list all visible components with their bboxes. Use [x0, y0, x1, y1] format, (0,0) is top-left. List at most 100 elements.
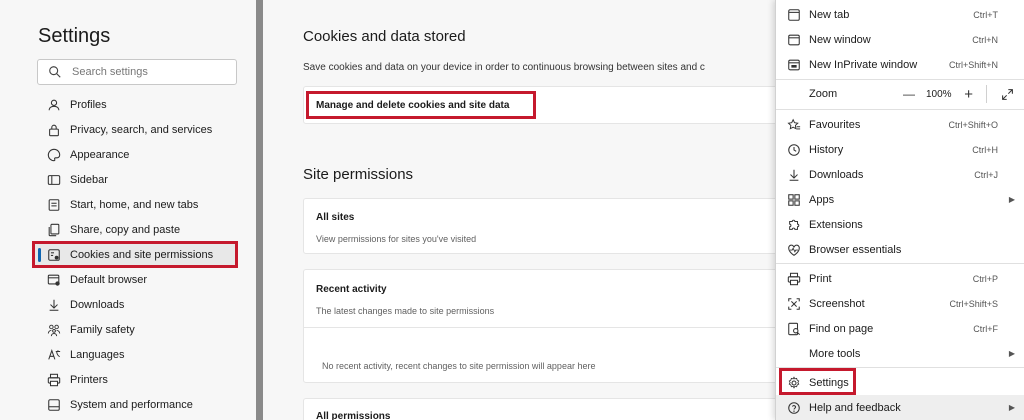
menu-shortcut: Ctrl+H	[972, 144, 998, 155]
nav-item-label: Appearance	[70, 148, 130, 161]
menu-screenshot[interactable]: Screenshot Ctrl+Shift+S	[776, 291, 1024, 316]
nav-item-printers[interactable]: Printers	[0, 367, 256, 392]
inprivate-icon	[786, 57, 802, 73]
chevron-right-icon: ▶	[1008, 349, 1015, 358]
nav-item-default-browser[interactable]: Default browser	[0, 267, 256, 292]
heart-pulse-icon	[786, 242, 802, 258]
nav-item-appearance[interactable]: Appearance	[0, 142, 256, 167]
help-icon	[786, 400, 802, 416]
menu-label: New InPrivate window	[809, 58, 918, 71]
chevron-right-icon: ▶	[1008, 403, 1015, 412]
menu-shortcut: Ctrl+P	[972, 273, 998, 284]
menu-help-feedback[interactable]: Help and feedback ▶	[776, 395, 1024, 420]
screenshot-icon	[786, 296, 802, 312]
menu-label: More tools	[809, 347, 861, 360]
printer-icon	[46, 372, 62, 388]
zoom-in-button[interactable]: +	[960, 85, 978, 103]
nav-item-label: Downloads	[70, 298, 125, 311]
menu-label: Help and feedback	[809, 401, 901, 414]
nav-item-label: Printers	[70, 373, 108, 386]
menu-browser-essentials[interactable]: Browser essentials	[776, 237, 1024, 262]
cookies-section-desc: Save cookies and data on your device in …	[303, 62, 705, 73]
panel-divider	[256, 0, 263, 420]
printer-icon	[786, 271, 802, 287]
menu-shortcut: Ctrl+Shift+N	[948, 59, 998, 70]
menu-downloads[interactable]: Downloads Ctrl+J	[776, 162, 1024, 187]
extensions-icon	[786, 217, 802, 233]
lock-icon	[46, 122, 62, 138]
menu-separator	[776, 79, 1024, 80]
recent-activity-empty: No recent activity, recent changes to si…	[322, 361, 596, 371]
menu-label: Screenshot	[809, 297, 865, 310]
all-sites-title: All sites	[316, 212, 355, 223]
profile-icon	[46, 97, 62, 113]
menu-separator	[776, 263, 1024, 264]
all-sites-card[interactable]: All sites View permissions for sites you…	[303, 198, 783, 254]
zoom-divider	[986, 85, 987, 103]
language-icon	[46, 347, 62, 363]
menu-extensions[interactable]: Extensions	[776, 212, 1024, 237]
nav-item-label: System and performance	[70, 398, 193, 411]
all-permissions-card[interactable]: All permissions	[303, 398, 783, 420]
menu-label: Browser essentials	[809, 243, 902, 256]
favourites-icon	[786, 117, 802, 133]
menu-history[interactable]: History Ctrl+H	[776, 137, 1024, 162]
zoom-value: 100%	[926, 88, 952, 100]
menu-label: Downloads	[809, 168, 864, 181]
settings-title: Settings	[38, 25, 111, 47]
nav-item-label: Share, copy and paste	[70, 223, 181, 236]
nav-item-label: Privacy, search, and services	[70, 123, 213, 136]
search-input[interactable]	[72, 66, 232, 78]
nav-item-languages[interactable]: Languages	[0, 342, 256, 367]
cookies-section-title: Cookies and data stored	[303, 28, 466, 45]
menu-separator	[776, 109, 1024, 110]
nav-item-label: Languages	[70, 348, 125, 361]
nav-item-family-safety[interactable]: Family safety	[0, 317, 256, 342]
nav-item-cookies[interactable]: Cookies and site permissions	[0, 241, 256, 268]
zoom-out-button[interactable]: —	[900, 85, 918, 103]
menu-label: Extensions	[809, 218, 863, 231]
menu-shortcut: Ctrl+T	[973, 9, 998, 20]
apps-icon	[786, 192, 802, 208]
nav-item-label: Default browser	[70, 273, 148, 286]
highlight-box	[306, 91, 536, 119]
menu-zoom: Zoom — 100% +	[776, 81, 1024, 107]
nav-item-label: Family safety	[70, 323, 135, 336]
menu-find-on-page[interactable]: Find on page Ctrl+F	[776, 316, 1024, 341]
chevron-right-icon: ▶	[1008, 195, 1015, 204]
download-icon	[786, 167, 802, 183]
nav-item-label: Profiles	[70, 98, 107, 111]
nav-item-share[interactable]: Share, copy and paste	[0, 217, 256, 242]
menu-more-tools[interactable]: More tools ▶	[776, 341, 1024, 366]
home-icon	[46, 197, 62, 213]
menu-apps[interactable]: Apps ▶	[776, 187, 1024, 212]
menu-new-tab[interactable]: New tab Ctrl+T	[776, 2, 1024, 27]
new-window-icon	[786, 32, 802, 48]
nav-item-sidebar[interactable]: Sidebar	[0, 167, 256, 192]
menu-new-inprivate[interactable]: New InPrivate window Ctrl+Shift+N	[776, 52, 1024, 77]
card-divider	[304, 327, 783, 328]
browser-menu: New tab Ctrl+T New window Ctrl+N New InP…	[775, 0, 1024, 420]
menu-new-window[interactable]: New window Ctrl+N	[776, 27, 1024, 52]
nav-item-system[interactable]: System and performance	[0, 392, 256, 417]
search-box[interactable]	[37, 59, 237, 85]
fullscreen-icon[interactable]	[998, 85, 1016, 103]
nav-item-label: Start, home, and new tabs	[70, 198, 199, 211]
share-icon	[46, 222, 62, 238]
nav-item-privacy[interactable]: Privacy, search, and services	[0, 117, 256, 142]
download-icon	[46, 297, 62, 313]
menu-label: New window	[809, 33, 871, 46]
family-icon	[46, 322, 62, 338]
nav-item-start-home[interactable]: Start, home, and new tabs	[0, 192, 256, 217]
system-icon	[46, 397, 62, 413]
find-icon	[786, 321, 802, 337]
menu-label: Print	[809, 272, 832, 285]
highlight-box	[779, 368, 856, 395]
appearance-icon	[46, 147, 62, 163]
nav-item-downloads[interactable]: Downloads	[0, 292, 256, 317]
nav-item-profiles[interactable]: Profiles	[0, 92, 256, 117]
new-tab-icon	[786, 7, 802, 23]
menu-print[interactable]: Print Ctrl+P	[776, 266, 1024, 291]
menu-shortcut: Ctrl+N	[972, 34, 998, 45]
menu-favourites[interactable]: Favourites Ctrl+Shift+O	[776, 112, 1024, 137]
